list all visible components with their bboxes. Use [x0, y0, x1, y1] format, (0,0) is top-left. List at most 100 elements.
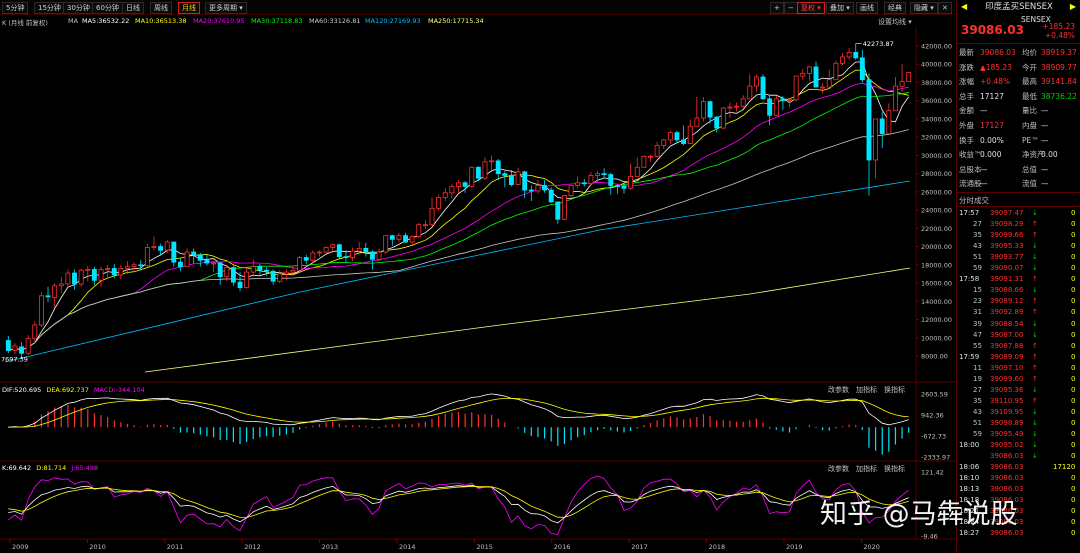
- candle-down: [707, 101, 713, 118]
- macd-axis-label: -672.73: [921, 432, 946, 440]
- macd-add-indicator[interactable]: 加指标: [856, 385, 877, 395]
- panel-divider: [957, 43, 1080, 44]
- candle-up: [85, 268, 91, 271]
- period-15min[interactable]: 15分钟: [34, 2, 65, 14]
- kdj-edit-params[interactable]: 改参数: [828, 464, 849, 474]
- candle-down: [614, 185, 620, 187]
- close-icon[interactable]: ✕: [938, 2, 952, 14]
- candle-down: [177, 261, 183, 268]
- tick-direction: ↓: [1032, 264, 1038, 273]
- quote-value: ▲185.23: [980, 62, 1013, 72]
- zhihu-watermark: 知乎 @马犇说股: [820, 486, 1060, 530]
- tick-volume: 0: [1071, 341, 1076, 350]
- period-day[interactable]: 日线: [122, 2, 144, 14]
- candle-up: [250, 266, 256, 273]
- tick-volume: 0: [1071, 474, 1076, 483]
- tick-price: 39088.54: [990, 319, 1024, 328]
- period-60min[interactable]: 60分钟: [92, 2, 123, 14]
- quote-label: 金额: [959, 106, 974, 116]
- quote-row: 涨幅 +0.48% 最高 39141.84: [959, 75, 1079, 88]
- tick-direction: ↑: [1032, 220, 1038, 229]
- draw-line-button[interactable]: 画线: [856, 2, 878, 14]
- macd-value: MACD:-344.104: [93, 386, 145, 394]
- candle-down: [191, 251, 197, 256]
- tick-row: 15 39088.66 ↓ 0: [957, 285, 1080, 296]
- price-axis-label: 36000.00: [921, 97, 952, 105]
- tick-direction: ↓: [1032, 286, 1038, 295]
- kdj-swap-indicator[interactable]: 换指标: [884, 464, 905, 474]
- tick-price: 39099.66: [990, 231, 1024, 240]
- tick-time: 51: [973, 253, 982, 262]
- zoom-in-button[interactable]: +: [770, 2, 784, 14]
- candle-up: [105, 268, 111, 270]
- candle-up: [873, 118, 879, 161]
- candle-down: [45, 295, 51, 298]
- period-month[interactable]: 月线: [178, 2, 200, 14]
- quote-label: 外盘: [959, 121, 974, 130]
- legend-prefix: K (月线 前复权): [2, 19, 48, 27]
- candle-up: [840, 56, 845, 64]
- ticks-title: 分时成交: [959, 196, 989, 205]
- candle-up: [469, 166, 475, 187]
- period-5min[interactable]: 5分钟: [2, 2, 29, 14]
- period-30min[interactable]: 30分钟: [63, 2, 94, 14]
- candle-down: [621, 186, 627, 189]
- tick-direction: ↑: [1032, 374, 1038, 383]
- tick-time: 55: [973, 341, 982, 350]
- tick-volume: 0: [1071, 518, 1076, 527]
- tick-time: 17:58: [959, 275, 980, 284]
- candle-up: [753, 76, 759, 87]
- quote-value: —: [980, 179, 988, 189]
- tick-row: 55 39087.88 ↑ 0: [957, 341, 1080, 352]
- quote-label: 换手: [959, 135, 974, 145]
- candle-up: [290, 269, 296, 273]
- classic-button[interactable]: 经典: [884, 2, 906, 14]
- period-more[interactable]: 更多周期 ▾: [205, 2, 247, 14]
- tick-price: 39095.02: [990, 441, 1024, 450]
- kdj-d: D:81.714: [36, 464, 67, 472]
- candle-down: [528, 189, 534, 192]
- tick-direction: ↑: [1032, 341, 1038, 350]
- macd-edit-params[interactable]: 改参数: [828, 385, 849, 395]
- candle-up: [297, 257, 303, 271]
- tick-volume: 0: [1071, 496, 1076, 505]
- legend-ma10: MA10:36513.38: [135, 17, 187, 25]
- tick-time: 18:00: [959, 441, 980, 450]
- tick-volume: 0: [1071, 441, 1076, 450]
- candle-down: [681, 139, 687, 144]
- candle-down: [5, 340, 11, 351]
- period-week[interactable]: 周线: [150, 2, 172, 14]
- tick-volume: 0: [1071, 330, 1076, 339]
- overlay-button[interactable]: 叠加 ▾: [826, 2, 854, 14]
- price-axis-label: 14000.00: [921, 298, 952, 306]
- tick-direction: ↓: [1032, 209, 1038, 217]
- tick-volume: 0: [1071, 507, 1076, 516]
- kdj-add-indicator[interactable]: 加指标: [856, 464, 877, 474]
- price-axis-label: 26000.00: [921, 188, 952, 196]
- quote-row: 总手 17127 最低 38736.22: [959, 90, 1079, 103]
- panel-change: +185.23 +0.48%: [1042, 22, 1075, 40]
- candle-up: [575, 182, 581, 186]
- candle-down: [714, 116, 720, 129]
- zoom-out-button[interactable]: −: [784, 2, 798, 14]
- adjust-button[interactable]: 复权 ▾: [797, 2, 825, 14]
- candle-up: [283, 271, 289, 275]
- quote-value: 39086.03: [980, 48, 1016, 57]
- candle-down: [264, 269, 269, 272]
- next-arrow-icon[interactable]: ▶: [1070, 2, 1076, 11]
- price-axis-label: 30000.00: [921, 152, 952, 160]
- kline-chart[interactable]: 42000.00 40000.00 38000.00 36000.00 34000.00…: [0, 0, 956, 553]
- legend-ma-label: MA: [68, 17, 79, 25]
- macd-swap-indicator[interactable]: 换指标: [884, 385, 905, 395]
- tick-row: 18:10 39086.03 0: [957, 473, 1080, 484]
- tick-volume: 0: [1071, 275, 1076, 284]
- panel-divider: [957, 206, 1080, 207]
- candle-up: [833, 62, 839, 81]
- tick-row: 51 39098.89 ↓ 0: [957, 418, 1080, 429]
- candle-up: [383, 235, 389, 253]
- hide-button[interactable]: 隐藏 ▾: [910, 2, 938, 14]
- ma-settings-link[interactable]: 设置均线 ▾: [878, 17, 912, 27]
- quote-value: 38736.22: [1041, 91, 1077, 101]
- price-axis-label: 40000.00: [921, 61, 952, 69]
- price-axis-label: 42000.00: [921, 43, 952, 51]
